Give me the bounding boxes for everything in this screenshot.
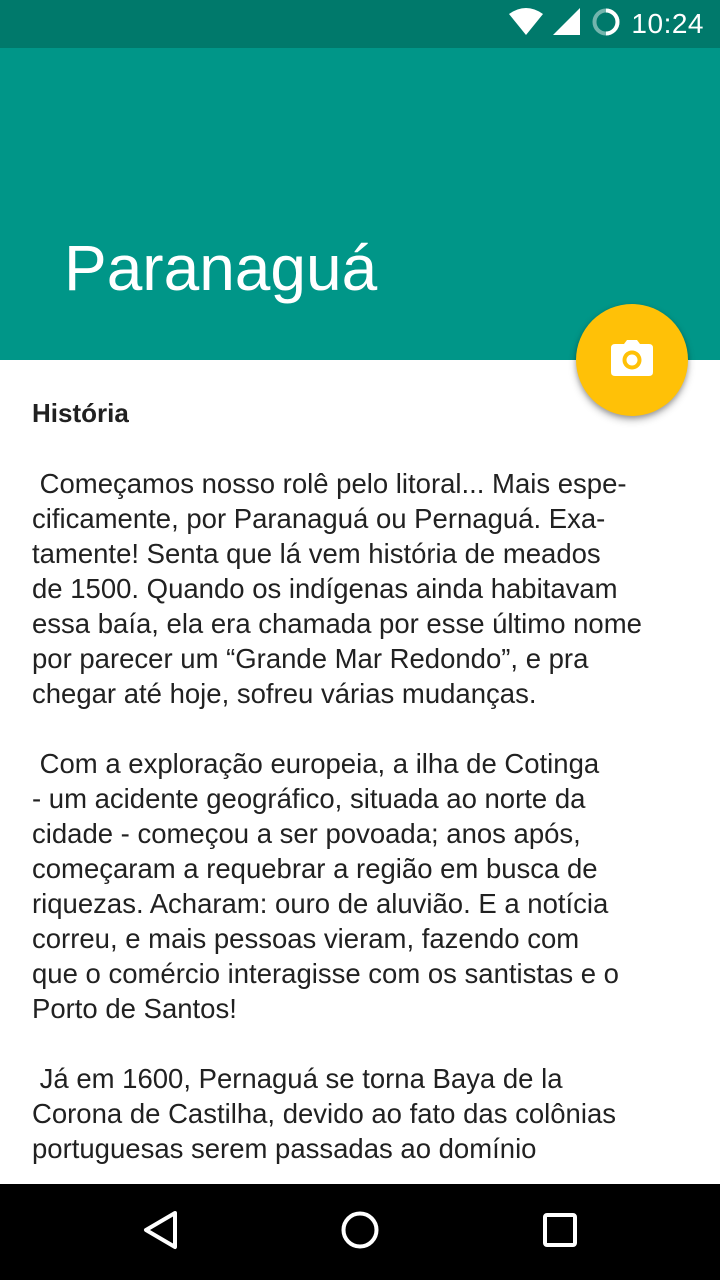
navigation-bar xyxy=(0,1184,720,1280)
home-icon xyxy=(340,1210,380,1254)
recents-button[interactable] xyxy=(500,1184,620,1280)
signal-icon xyxy=(553,8,581,40)
home-button[interactable] xyxy=(300,1184,420,1280)
content-scroll-area[interactable]: História Começamos nosso rolê pelo litor… xyxy=(0,360,720,1184)
paragraph-1-line-3: tamente! Senta que lá vem história de me… xyxy=(32,538,601,569)
article-body: Começamos nosso rolê pelo litoral... Mai… xyxy=(32,466,692,1166)
paragraph-1-line-7: chegar até hoje, sofreu várias mudanças. xyxy=(32,678,537,709)
paragraph-2-line-7: que o comércio interagisse com os santis… xyxy=(32,958,619,989)
wifi-icon xyxy=(509,8,544,40)
camera-fab-button[interactable] xyxy=(576,304,688,416)
paragraph-2-line-6: correu, e mais pessoas vieram, fazendo c… xyxy=(32,923,580,954)
section-heading: História xyxy=(32,398,129,428)
paragraph-2-line-5: riquezas. Acharam: ouro de aluvião. E a … xyxy=(32,888,609,919)
page-title: Paranaguá xyxy=(64,232,378,304)
back-button[interactable] xyxy=(100,1184,220,1280)
status-time: 10:24 xyxy=(631,8,704,39)
paragraph-2-line-1: Com a exploração europeia, a ilha de Cot… xyxy=(32,748,600,779)
paragraph-1-line-4: de 1500. Quando os indígenas ainda habit… xyxy=(32,573,618,604)
camera-icon xyxy=(611,340,653,380)
paragraph-1-line-6: por parecer um “Grande Mar Redondo”, e p… xyxy=(32,643,589,674)
paragraph-1-line-2: cificamente, por Paranaguá ou Pernaguá. … xyxy=(32,503,606,534)
paragraph-2-line-8: Porto de Santos! xyxy=(32,993,237,1024)
back-icon xyxy=(142,1210,178,1254)
status-bar: 10:24 xyxy=(0,0,720,48)
sync-icon xyxy=(591,7,621,41)
recents-icon xyxy=(542,1212,578,1252)
status-icons: 10:24 xyxy=(509,0,704,48)
paragraph-2-line-4: começaram a requebrar a região em busca … xyxy=(32,853,598,884)
screen: 10:24 Paranaguá História Começamos nosso… xyxy=(0,0,720,1280)
paragraph-3-line-1: Já em 1600, Pernaguá se torna Baya de la xyxy=(32,1063,563,1094)
paragraph-2-line-3: cidade - começou a ser povoada; anos apó… xyxy=(32,818,581,849)
paragraph-3-line-3: portuguesas serem passadas ao domínio xyxy=(32,1133,537,1164)
paragraph-1-line-5: essa baía, ela era chamada por esse últi… xyxy=(32,608,642,639)
paragraph-2-line-2: - um acidente geográfico, situada ao nor… xyxy=(32,783,586,814)
paragraph-1-line-1: Começamos nosso rolê pelo litoral... Mai… xyxy=(32,468,627,499)
paragraph-3-line-2: Corona de Castilha, devido ao fato das c… xyxy=(32,1098,616,1129)
